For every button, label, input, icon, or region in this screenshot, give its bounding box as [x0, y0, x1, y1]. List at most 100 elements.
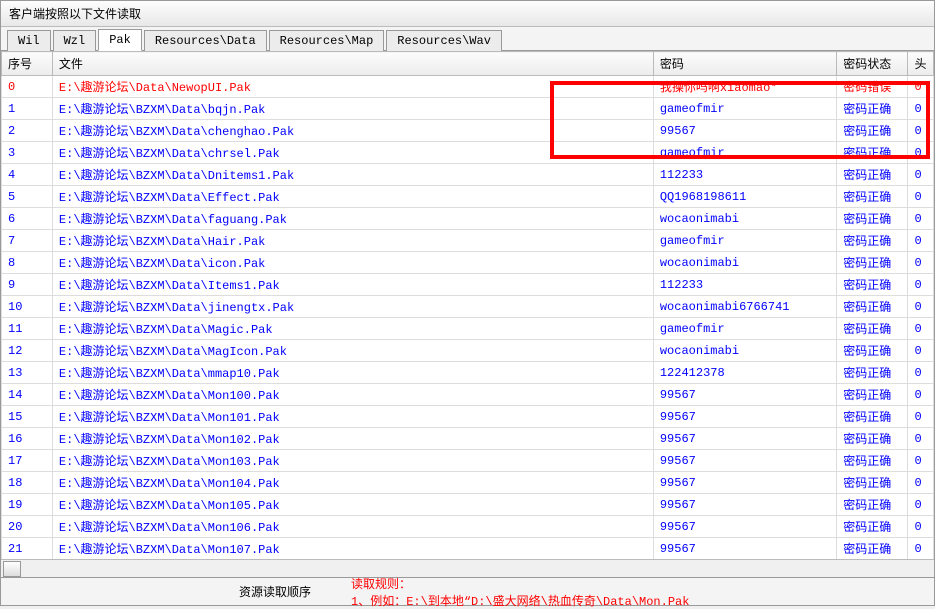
cell-seq: 9 [2, 274, 53, 296]
cell-file: E:\趣游论坛\Data\NewopUI.Pak [52, 76, 653, 98]
scroll-left-button[interactable] [3, 561, 21, 577]
cell-seq: 1 [2, 98, 53, 120]
cell-status: 密码正确 [837, 164, 908, 186]
cell-status: 密码正确 [837, 98, 908, 120]
cell-file: E:\趣游论坛\BZXM\Data\Mon102.Pak [52, 428, 653, 450]
table-row[interactable]: 15E:\趣游论坛\BZXM\Data\Mon101.Pak99567密码正确0 [2, 406, 934, 428]
table-row[interactable]: 6E:\趣游论坛\BZXM\Data\faguang.Pakwocaonimab… [2, 208, 934, 230]
read-rule-block: 读取规则： 1、例如：E:\到本地“D:\盛大网络\热血传奇\Data\Mon.… [351, 575, 689, 609]
table-row[interactable]: 19E:\趣游论坛\BZXM\Data\Mon105.Pak99567密码正确0 [2, 494, 934, 516]
cell-seq: 11 [2, 318, 53, 340]
header-row: 序号 文件 密码 密码状态 头 [2, 52, 934, 76]
cell-status: 密码正确 [837, 186, 908, 208]
cell-pwd: 99567 [653, 120, 836, 142]
table-row[interactable]: 18E:\趣游论坛\BZXM\Data\Mon104.Pak99567密码正确0 [2, 472, 934, 494]
title-text: 客户端按照以下文件读取 [9, 8, 141, 22]
cell-status: 密码正确 [837, 208, 908, 230]
cell-ext: 0 [908, 120, 934, 142]
cell-ext: 0 [908, 494, 934, 516]
tab-resources-wav[interactable]: Resources\Wav [386, 30, 502, 51]
table-row[interactable]: 2E:\趣游论坛\BZXM\Data\chenghao.Pak99567密码正确… [2, 120, 934, 142]
table-row[interactable]: 7E:\趣游论坛\BZXM\Data\Hair.Pakgameofmir密码正确… [2, 230, 934, 252]
table-row[interactable]: 10E:\趣游论坛\BZXM\Data\jinengtx.Pakwocaonim… [2, 296, 934, 318]
table-row[interactable]: 16E:\趣游论坛\BZXM\Data\Mon102.Pak99567密码正确0 [2, 428, 934, 450]
cell-status: 密码正确 [837, 296, 908, 318]
tab-resources-map[interactable]: Resources\Map [269, 30, 385, 51]
col-header-pwd[interactable]: 密码 [653, 52, 836, 76]
tab-wil[interactable]: Wil [7, 30, 51, 51]
cell-pwd: gameofmir [653, 318, 836, 340]
table-row[interactable]: 9E:\趣游论坛\BZXM\Data\Items1.Pak112233密码正确0 [2, 274, 934, 296]
cell-status: 密码正确 [837, 318, 908, 340]
table-row[interactable]: 14E:\趣游论坛\BZXM\Data\Mon100.Pak99567密码正确0 [2, 384, 934, 406]
table-row[interactable]: 13E:\趣游论坛\BZXM\Data\mmap10.Pak122412378密… [2, 362, 934, 384]
cell-pwd: wocaonimabi6766741 [653, 296, 836, 318]
table-row[interactable]: 17E:\趣游论坛\BZXM\Data\Mon103.Pak99567密码正确0 [2, 450, 934, 472]
cell-status: 密码正确 [837, 230, 908, 252]
table-row[interactable]: 5E:\趣游论坛\BZXM\Data\Effect.PakQQ196819861… [2, 186, 934, 208]
cell-file: E:\趣游论坛\BZXM\Data\Mon103.Pak [52, 450, 653, 472]
table-row[interactable]: 8E:\趣游论坛\BZXM\Data\icon.Pakwocaonimabi密码… [2, 252, 934, 274]
col-header-seq[interactable]: 序号 [2, 52, 53, 76]
table-row[interactable]: 3E:\趣游论坛\BZXM\Data\chrsel.Pakgameofmir密码… [2, 142, 934, 164]
cell-ext: 0 [908, 296, 934, 318]
cell-file: E:\趣游论坛\BZXM\Data\mmap10.Pak [52, 362, 653, 384]
cell-ext: 0 [908, 252, 934, 274]
cell-ext: 0 [908, 340, 934, 362]
cell-file: E:\趣游论坛\BZXM\Data\Items1.Pak [52, 274, 653, 296]
cell-pwd: 99567 [653, 516, 836, 538]
cell-status: 密码正确 [837, 406, 908, 428]
cell-file: E:\趣游论坛\BZXM\Data\chrsel.Pak [52, 142, 653, 164]
cell-ext: 0 [908, 384, 934, 406]
table-row[interactable]: 12E:\趣游论坛\BZXM\Data\MagIcon.Pakwocaonima… [2, 340, 934, 362]
col-header-status[interactable]: 密码状态 [837, 52, 908, 76]
cell-pwd: 99567 [653, 538, 836, 560]
cell-seq: 10 [2, 296, 53, 318]
cell-file: E:\趣游论坛\BZXM\Data\Mon104.Pak [52, 472, 653, 494]
cell-status: 密码正确 [837, 472, 908, 494]
cell-file: E:\趣游论坛\BZXM\Data\Mon107.Pak [52, 538, 653, 560]
cell-pwd: gameofmir [653, 230, 836, 252]
resource-order-label: 资源读取顺序 [239, 583, 311, 600]
cell-ext: 0 [908, 318, 934, 340]
tab-pak[interactable]: Pak [98, 29, 142, 51]
cell-status: 密码正确 [837, 274, 908, 296]
cell-pwd: 99567 [653, 494, 836, 516]
cell-seq: 5 [2, 186, 53, 208]
table-row[interactable]: 21E:\趣游论坛\BZXM\Data\Mon107.Pak99567密码正确0 [2, 538, 934, 560]
cell-file: E:\趣游论坛\BZXM\Data\jinengtx.Pak [52, 296, 653, 318]
cell-pwd: wocaonimabi [653, 208, 836, 230]
table-row[interactable]: 0E:\趣游论坛\Data\NewopUI.Pak我操你吗啊xiaomao*密码… [2, 76, 934, 98]
cell-ext: 0 [908, 538, 934, 560]
cell-pwd: 112233 [653, 274, 836, 296]
col-header-file[interactable]: 文件 [52, 52, 653, 76]
cell-ext: 0 [908, 428, 934, 450]
cell-file: E:\趣游论坛\BZXM\Data\MagIcon.Pak [52, 340, 653, 362]
file-table: 序号 文件 密码 密码状态 头 0E:\趣游论坛\Data\NewopUI.Pa… [1, 51, 934, 559]
cell-status: 密码正确 [837, 362, 908, 384]
tab-wzl[interactable]: Wzl [53, 30, 97, 51]
cell-file: E:\趣游论坛\BZXM\Data\Mon100.Pak [52, 384, 653, 406]
rule-title: 读取规则： [351, 578, 411, 592]
table-row[interactable]: 20E:\趣游论坛\BZXM\Data\Mon106.Pak99567密码正确0 [2, 516, 934, 538]
cell-ext: 0 [908, 516, 934, 538]
col-header-ext[interactable]: 头 [908, 52, 934, 76]
cell-seq: 19 [2, 494, 53, 516]
cell-pwd: gameofmir [653, 98, 836, 120]
cell-ext: 0 [908, 406, 934, 428]
cell-ext: 0 [908, 208, 934, 230]
cell-status: 密码正确 [837, 428, 908, 450]
table-row[interactable]: 1E:\趣游论坛\BZXM\Data\bqjn.Pakgameofmir密码正确… [2, 98, 934, 120]
cell-seq: 0 [2, 76, 53, 98]
cell-pwd: 112233 [653, 164, 836, 186]
cell-file: E:\趣游论坛\BZXM\Data\Magic.Pak [52, 318, 653, 340]
table-row[interactable]: 11E:\趣游论坛\BZXM\Data\Magic.Pakgameofmir密码… [2, 318, 934, 340]
table-row[interactable]: 4E:\趣游论坛\BZXM\Data\Dnitems1.Pak112233密码正… [2, 164, 934, 186]
grid-container[interactable]: 序号 文件 密码 密码状态 头 0E:\趣游论坛\Data\NewopUI.Pa… [1, 51, 934, 559]
cell-pwd: 我操你吗啊xiaomao* [653, 76, 836, 98]
tab-resources-data[interactable]: Resources\Data [144, 30, 267, 51]
cell-pwd: 99567 [653, 450, 836, 472]
cell-seq: 8 [2, 252, 53, 274]
cell-pwd: 99567 [653, 406, 836, 428]
cell-seq: 20 [2, 516, 53, 538]
